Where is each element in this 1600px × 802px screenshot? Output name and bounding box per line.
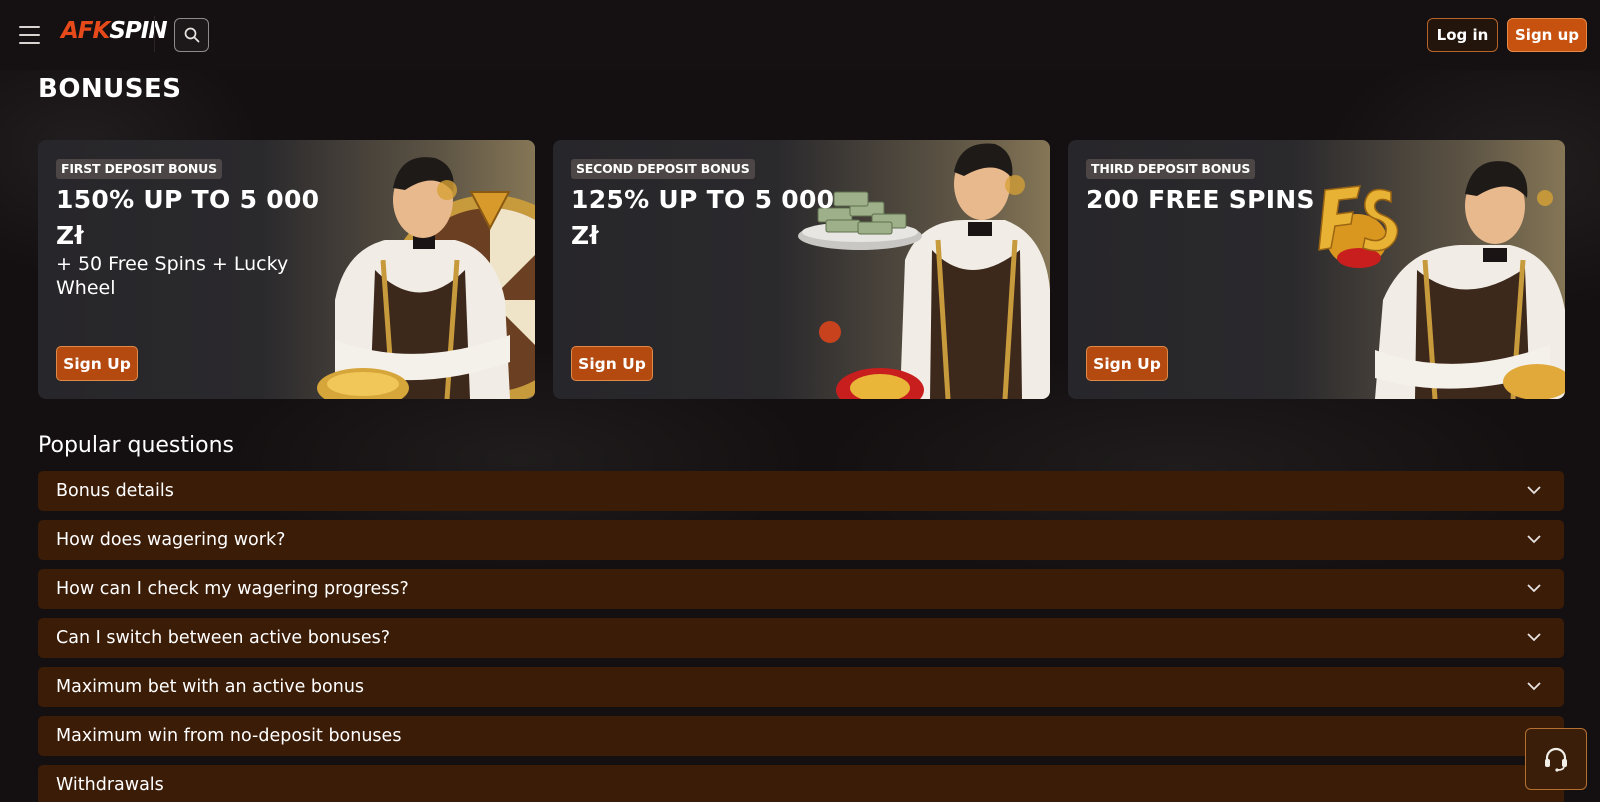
faq-item[interactable]: How can I check my wagering progress?: [38, 569, 1564, 609]
header-divider: [154, 16, 155, 52]
bonus-subtext: + 50 Free Spins + Lucky Wheel: [56, 253, 289, 299]
faq-item[interactable]: Withdrawals: [38, 765, 1564, 802]
bonus-signup-button[interactable]: Sign Up: [571, 346, 653, 381]
butler-freespins-illustration: [1318, 161, 1565, 399]
faq-question: Bonus details: [56, 481, 174, 501]
search-button[interactable]: [174, 18, 209, 52]
bonus-tag: SECOND DEPOSIT BONUS: [571, 159, 755, 179]
chevron-down-icon: [1527, 535, 1541, 544]
bonus-headline: 200 FREE SPINS: [1086, 185, 1315, 214]
site-logo[interactable]: AFKSPIN: [61, 16, 168, 46]
support-chat-button[interactable]: [1525, 728, 1587, 790]
faq-question: How does wagering work?: [56, 530, 286, 550]
faq-item[interactable]: Bonus details: [38, 471, 1564, 511]
faq-item[interactable]: Can I switch between active bonuses?: [38, 618, 1564, 658]
page-title: BONUSES: [38, 74, 182, 104]
bonus-signup-button[interactable]: Sign Up: [56, 346, 138, 381]
faq-title: Popular questions: [38, 433, 234, 458]
signup-button[interactable]: Sign up: [1507, 18, 1587, 52]
chevron-down-icon: [1527, 682, 1541, 691]
search-icon: [184, 27, 199, 43]
hamburger-icon[interactable]: [19, 26, 40, 44]
top-header: AFKSPIN Log in Sign up: [0, 0, 1600, 70]
faq-item[interactable]: Maximum bet with an active bonus: [38, 667, 1564, 707]
faq-question: How can I check my wagering progress?: [56, 579, 409, 599]
butler-wheel-illustration: [317, 157, 535, 399]
logo-part-afk: AFK: [61, 18, 110, 44]
faq-question: Maximum bet with an active bonus: [56, 677, 365, 697]
faq-item[interactable]: Maximum win from no-deposit bonuses: [38, 716, 1564, 756]
butler-cash-illustration: [798, 143, 1050, 399]
bonus-card-second: SECOND DEPOSIT BONUS 125% UP TO 5 000 Zł…: [553, 140, 1050, 399]
bonus-card-first: FIRST DEPOSIT BONUS 150% UP TO 5 000 Zł …: [38, 140, 535, 399]
bonus-card-third: THIRD DEPOSIT BONUS 200 FREE SPINS Sign …: [1068, 140, 1565, 399]
faq-question: Can I switch between active bonuses?: [56, 628, 391, 648]
bonus-signup-button[interactable]: Sign Up: [1086, 346, 1168, 381]
faq-item[interactable]: How does wagering work?: [38, 520, 1564, 560]
bonus-headline: 125% UP TO 5 000 Zł: [571, 185, 835, 250]
bonus-tag: THIRD DEPOSIT BONUS: [1086, 159, 1256, 179]
faq-question: Withdrawals: [56, 775, 164, 795]
headset-icon: [1545, 747, 1567, 772]
logo-part-spin: SPIN: [109, 18, 167, 44]
chevron-down-icon: [1527, 486, 1541, 495]
bonus-tag: FIRST DEPOSIT BONUS: [56, 159, 222, 179]
chevron-down-icon: [1527, 633, 1541, 642]
faq-question: Maximum win from no-deposit bonuses: [56, 726, 402, 746]
bonus-headline: 150% UP TO 5 000 Zł: [56, 185, 320, 250]
chevron-down-icon: [1527, 584, 1541, 593]
login-button[interactable]: Log in: [1427, 18, 1498, 52]
